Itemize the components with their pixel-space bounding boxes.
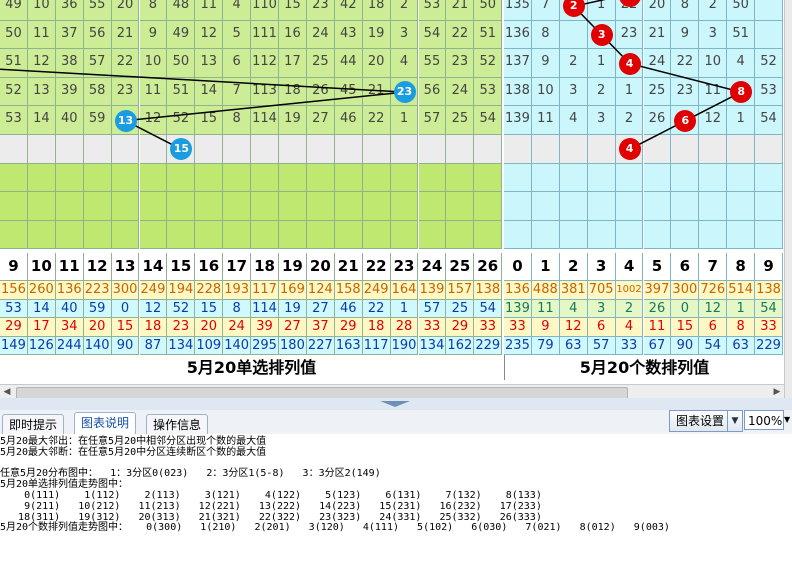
description-line: 5月20最大邻断：在任意5月20中分区连续断区个数的最大值 (0, 446, 267, 458)
zoom-select[interactable]: 100% (744, 410, 784, 430)
panel-splitter[interactable] (0, 398, 792, 410)
splitter-grip-icon (380, 401, 410, 407)
number-ball: 3 (590, 23, 613, 46)
scroll-left-icon[interactable]: ◀ (0, 385, 14, 399)
chart-settings-dropdown-icon[interactable]: ▼ (727, 411, 742, 431)
number-ball: 23 (393, 81, 416, 104)
scroll-right-icon[interactable]: ▶ (770, 385, 784, 399)
trend-segment (125, 91, 405, 122)
description-line: 0(111) 1(112) 2(113) 3(121) 4(122) 5(123… (0, 490, 542, 501)
zoom-dropdown-icon[interactable]: ▼ (784, 410, 792, 430)
description-line: 5月20单选排列值走势图中： (0, 479, 129, 491)
number-ball: 4 (618, 52, 641, 75)
tab-instant-tips[interactable]: 即时提示 (2, 414, 65, 435)
horizontal-scrollbar[interactable]: ◀ ▶ (0, 384, 784, 399)
zoom-value: 100% (748, 414, 783, 428)
number-ball: 6 (674, 109, 697, 132)
number-ball: 4 (618, 138, 641, 161)
trend-segment (629, 62, 742, 93)
description-line: 5月20最大邻出：在任意5月20中相邻分区出现个数的最大值 (0, 436, 267, 447)
vertical-scrollbar[interactable] (784, 0, 792, 398)
description-line: 9(211) 10(212) 11(213) 12(221) 13(222) 1… (0, 500, 542, 512)
tab-chart-description[interactable]: 图表说明 (74, 412, 137, 436)
tab-operation-info[interactable]: 操作信息 (146, 414, 209, 435)
description-line: 5月20个数排列值走势图中： 0(300) 1(210) 2(201) 3(12… (0, 522, 670, 534)
chart-description-panel: 5月20最大邻出：在任意5月20中相邻分区出现个数的最大值 5月20最大邻断：在任… (0, 434, 792, 583)
trend-lines (0, 0, 742, 150)
description-line: 18(311) 19(312) 20(313) 21(321) 22(322) … (0, 511, 542, 523)
trend-segment (0, 68, 405, 93)
chart-settings-label: 图表设置 (675, 414, 724, 428)
trend-board[interactable]: 49 10 36 55 20 8 48 11 4 110 15 23 42 18 2 53 21 50 135 7 1 2… (0, 0, 784, 382)
number-ball: 13 (114, 109, 137, 132)
description-line: 任意5月20分布图中： 1：3分区0(023) 2：3分区1(5-8) 3：3分… (0, 468, 381, 480)
